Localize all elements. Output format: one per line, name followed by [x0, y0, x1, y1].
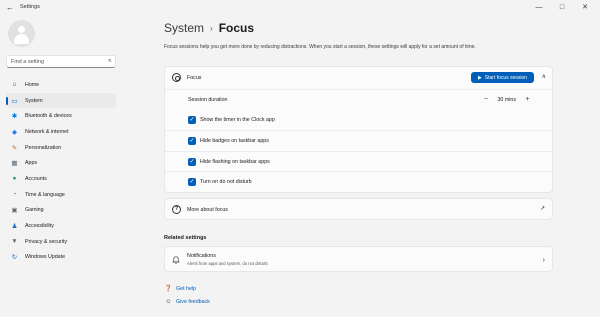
session-duration-row: Session duration − 30 mins +: [165, 89, 552, 110]
sidebar-item-label: Home: [25, 81, 40, 88]
checkbox[interactable]: ✓: [188, 157, 196, 166]
windows-update-icon: ↻: [11, 254, 18, 262]
search-input[interactable]: [11, 57, 101, 67]
breadcrumb-system[interactable]: System: [164, 21, 204, 35]
duration-stepper: − 30 mins +: [481, 95, 532, 104]
sidebar-item-label: Accessibility: [25, 223, 54, 230]
accounts-icon: ●: [12, 175, 17, 183]
page-title: Focus: [218, 21, 255, 35]
decrease-duration-button[interactable]: −: [481, 95, 490, 104]
sidebar-item-label: Privacy & security: [25, 238, 68, 245]
sidebar-nav: ⌂ Home ▭ System ✱ Bluetooth & devices ◆ Network…: [6, 77, 116, 265]
app-title: Settings: [20, 4, 40, 10]
bluetooth-icon: ✱: [11, 113, 18, 121]
network-icon: ◆: [12, 128, 17, 136]
sidebar-item-accessibility[interactable]: ♟ Accessibility: [6, 218, 116, 234]
sidebar-item-label: Accounts: [25, 175, 47, 182]
focus-option-label: Turn on do not disturb: [200, 179, 252, 185]
sidebar-item-label: Network & internet: [25, 128, 69, 135]
personalization-icon: ✎: [11, 144, 18, 152]
help-circle-icon: ?: [172, 205, 181, 214]
focus-option-label: Hide badges on taskbar apps: [200, 138, 269, 144]
chevron-up-icon[interactable]: ∧: [542, 73, 546, 80]
external-link-icon: ↗: [539, 206, 545, 212]
sidebar-item-label: Personalization: [25, 144, 62, 151]
sidebar-item-system[interactable]: ▭ System: [6, 92, 116, 109]
system-icon: ▭: [11, 97, 18, 105]
sidebar-item-network[interactable]: ◆ Network & internet: [6, 124, 116, 140]
time-language-icon: ◔: [12, 191, 17, 199]
home-icon: ⌂: [12, 81, 17, 89]
shield-icon: ▼: [11, 238, 18, 246]
sidebar-item-label: Bluetooth & devices: [25, 113, 72, 120]
related-settings-heading: Related settings: [164, 235, 207, 241]
sidebar-item-apps[interactable]: ▦ Apps: [6, 155, 116, 171]
sidebar-item-label: Apps: [25, 160, 38, 167]
focus-header-row[interactable]: Focus ▶ Start focus session ∧: [165, 67, 552, 89]
search-box: ⌕: [6, 55, 116, 68]
sidebar-item-gaming[interactable]: ▣ Gaming: [6, 203, 116, 219]
avatar-head: [18, 26, 25, 33]
get-help-label: Get help: [176, 285, 197, 292]
search-icon[interactable]: ⌕: [108, 58, 111, 65]
feedback-icon: ☺: [165, 298, 172, 305]
get-help-link[interactable]: ❓ Get help: [164, 284, 196, 293]
play-icon: ▶: [477, 74, 482, 81]
checkbox[interactable]: ✓: [188, 178, 196, 186]
sidebar-item-bluetooth[interactable]: ✱ Bluetooth & devices: [6, 108, 116, 124]
duration-value: 30 mins: [497, 96, 516, 103]
sidebar-item-time-language[interactable]: ◔ Time & language: [6, 187, 116, 203]
back-button[interactable]: ←: [6, 3, 16, 13]
title-bar: ← Settings — □ ✕: [0, 0, 600, 16]
checkbox[interactable]: ✓: [188, 115, 196, 124]
sidebar-item-label: Windows Update: [25, 254, 66, 261]
breadcrumb-separator-icon: ›: [210, 23, 213, 33]
more-about-focus-label: More about focus: [187, 207, 228, 213]
focus-card: Focus ▶ Start focus session ∧ Session du…: [164, 66, 553, 193]
focus-option-row[interactable]: ✓ Hide badges on taskbar apps: [165, 130, 552, 151]
breadcrumb: System › Focus: [164, 21, 254, 35]
start-focus-session-button[interactable]: ▶ Start focus session: [471, 72, 534, 83]
focus-option-row[interactable]: ✓ Show the timer in the Clock app: [165, 110, 552, 131]
chevron-right-icon: ›: [542, 257, 545, 264]
apps-icon: ▦: [11, 160, 18, 168]
avatar-body: [14, 34, 29, 44]
increase-duration-button[interactable]: +: [523, 95, 532, 104]
bell-icon: [172, 256, 180, 264]
focus-option-label: Hide flashing on taskbar apps: [200, 158, 270, 165]
sidebar-item-label: System: [25, 97, 43, 104]
help-icon: ❓: [164, 286, 173, 292]
accessibility-icon: ♟: [11, 223, 18, 231]
focus-option-row[interactable]: ✓ Turn on do not disturb: [165, 171, 552, 192]
gaming-icon: ▣: [11, 207, 18, 215]
focus-title: Focus: [187, 75, 202, 81]
close-button[interactable]: ✕: [578, 2, 592, 14]
focus-option-label: Show the timer in the Clock app: [200, 116, 275, 123]
sidebar-item-windows-update[interactable]: ↻ Windows Update: [6, 250, 116, 266]
sidebar-item-home[interactable]: ⌂ Home: [6, 77, 116, 93]
notifications-title: Notifications: [187, 253, 216, 259]
checkbox[interactable]: ✓: [188, 137, 196, 145]
sidebar-item-label: Time & language: [25, 191, 65, 198]
sidebar-item-personalization[interactable]: ✎ Personalization: [6, 140, 116, 156]
sidebar-item-shield[interactable]: ▼ Privacy & security: [6, 234, 116, 250]
sidebar-item-accounts[interactable]: ● Accounts: [6, 171, 116, 187]
page-description: Focus sessions help you get more done by…: [164, 44, 476, 50]
avatar[interactable]: [8, 20, 35, 47]
focus-option-row[interactable]: ✓ Hide flashing on taskbar apps: [165, 150, 552, 172]
start-focus-session-label: Start focus session: [484, 74, 528, 81]
give-feedback-label: Give feedback: [176, 298, 210, 305]
notifications-subtitle: Alerts from apps and system, do not dist…: [187, 261, 268, 266]
focus-icon: [172, 73, 181, 82]
more-about-focus-card[interactable]: ? More about focus ↗: [164, 198, 553, 220]
minimize-button[interactable]: —: [532, 2, 546, 14]
session-duration-label: Session duration: [188, 97, 228, 103]
sidebar-item-label: Gaming: [25, 207, 44, 214]
notifications-card[interactable]: Notifications Alerts from apps and syste…: [164, 246, 553, 272]
give-feedback-link[interactable]: ☺ Give feedback: [164, 297, 210, 306]
maximize-button[interactable]: □: [555, 2, 569, 14]
